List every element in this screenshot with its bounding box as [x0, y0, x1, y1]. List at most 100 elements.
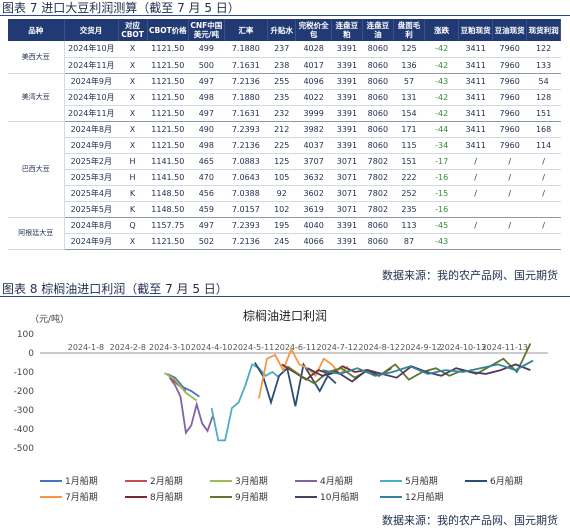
table-cell: 8060	[362, 121, 394, 138]
table-caption-divider	[0, 15, 570, 16]
table-cell: 125	[393, 41, 425, 58]
x-tick-label: 2024-10-13	[440, 343, 487, 352]
table-cell	[526, 233, 561, 250]
table-cell: 255	[267, 73, 296, 90]
header-cell: 完税价全包	[295, 19, 332, 41]
table-cell: 225	[267, 137, 296, 154]
table-cell: 1121.50	[147, 89, 189, 106]
table-cell: 7.0388	[224, 185, 268, 202]
table-cell: 1121.50	[147, 233, 189, 250]
table-cell: 232	[267, 105, 296, 122]
table-cell: 1121.50	[147, 73, 189, 90]
table-cell	[458, 201, 493, 218]
header-cell: CBOT价格	[147, 19, 190, 41]
table-cell: 7802	[362, 185, 394, 202]
table-cell	[458, 233, 493, 250]
table-cell: 1121.50	[147, 121, 189, 138]
table-cell: 3391	[331, 41, 363, 58]
table-cell: 7.1631	[224, 57, 268, 74]
x-tick-label: 2024-11-13	[482, 343, 529, 352]
header-cell: 豆粕现货	[458, 19, 494, 41]
table-row: 2024年11月 X 1121.50 500 7.1631 238 4017 3391 8060…	[8, 57, 561, 74]
table-cell: /	[492, 185, 527, 202]
header-cell: 对应CBOT	[118, 19, 148, 41]
x-tick-label: 2024-6-11	[275, 343, 316, 352]
table-cell: 500	[188, 57, 225, 74]
table-cell: 7802	[362, 201, 394, 218]
x-tick-label: 2024-1-8	[68, 343, 104, 352]
table-cell: 245	[267, 233, 296, 250]
table-cell: 7.2136	[224, 233, 268, 250]
series-line	[210, 363, 280, 442]
table-cell: 1148.50	[147, 201, 189, 218]
x-tick-label: 2024-4-10	[191, 343, 232, 352]
table-cell: 237	[267, 41, 296, 58]
table-cell: /	[458, 169, 493, 186]
table-cell: -16	[424, 169, 459, 186]
table-cell: 1157.75	[147, 217, 189, 234]
legend-label: 7月船期	[65, 491, 98, 503]
table-cell: 1148.50	[147, 185, 189, 202]
group-name: 美湾大豆	[8, 73, 65, 122]
table-cell: 3707	[295, 153, 332, 170]
table-cell: 92	[267, 185, 296, 202]
table-cell: 7.2136	[224, 73, 268, 90]
table-cell: 1141.50	[147, 153, 189, 170]
series-line	[254, 361, 337, 407]
table-cell: 87	[393, 233, 425, 250]
table-cell: 168	[526, 121, 561, 138]
header-cell: 盘面毛利	[393, 19, 426, 41]
header-cell: 交货月	[64, 19, 119, 41]
table-cell: 114	[526, 137, 561, 154]
header-cell: 连盘豆粕	[331, 19, 363, 41]
table-cell: 131	[393, 89, 425, 106]
x-tick-label: 2024-9-12	[400, 343, 441, 352]
table-cell	[492, 201, 527, 218]
table-cell: 7.1880	[224, 89, 268, 106]
legend-label: 6月船期	[490, 475, 523, 487]
table-row: 2025年4月 K 1148.50 456 7.0388 92 3602 3071 7802 25…	[8, 185, 561, 202]
table-caption: 图表 7 进口大豆利润测算（截至 7 月 5 日）	[2, 1, 240, 15]
table-cell: 3391	[331, 121, 363, 138]
table-cell: -34	[424, 137, 459, 154]
table-cell: 2024年11月	[64, 105, 119, 122]
chart-caption-divider	[0, 296, 570, 297]
table-cell: 3411	[458, 105, 493, 122]
table-cell: 222	[393, 169, 425, 186]
table-cell: 2024年9月	[64, 233, 119, 250]
table-cell: X	[118, 41, 148, 58]
table-cell: 7.2393	[224, 217, 268, 234]
table-cell: -45	[424, 217, 459, 234]
header-cell: 涨跌	[424, 19, 460, 41]
table-cell: 102	[267, 201, 296, 218]
table-cell: 3071	[331, 153, 363, 170]
table-cell: 115	[393, 137, 425, 154]
table-cell: /	[526, 185, 561, 202]
table-cell: 125	[267, 153, 296, 170]
table-cell: -43	[424, 73, 459, 90]
header-cell: 升贴水	[267, 19, 297, 41]
table-cell: 3411	[458, 121, 493, 138]
table-cell: K	[118, 185, 148, 202]
table-cell: 7.2136	[224, 137, 268, 154]
table-cell: 2025年3月	[64, 169, 119, 186]
x-tick-label: 2024-3-10	[149, 343, 190, 352]
table-cell: 7960	[492, 57, 527, 74]
soybean-profit-table: 品种 交货月 对应CBOT CBOT价格 CNF中国美元/吨 汇率 升贴水 完税价全包 连盘豆粕…	[8, 19, 561, 250]
chart-caption: 图表 8 棕榈油进口利润（截至 7 月 5 日）	[2, 282, 228, 296]
table-cell: -44	[424, 121, 459, 138]
table-cell: 8060	[362, 105, 394, 122]
table-cell: 7960	[492, 121, 527, 138]
table-cell: 8060	[362, 73, 394, 90]
table-cell: 1141.50	[147, 169, 189, 186]
table-cell: 1121.50	[147, 41, 189, 58]
table-row: 2025年5月 K 1148.50 459 7.0157 102 3619 3071 7802 2…	[8, 201, 561, 218]
y-axis-label: （元/吨）	[30, 313, 69, 325]
table-cell: 497	[188, 217, 225, 234]
table-cell: 252	[393, 185, 425, 202]
table-cell: Q	[118, 217, 148, 234]
series-line	[168, 377, 214, 436]
y-tick-label: -300	[14, 406, 35, 416]
table-cell: 7960	[492, 89, 527, 106]
table-cell: 4037	[295, 137, 332, 154]
